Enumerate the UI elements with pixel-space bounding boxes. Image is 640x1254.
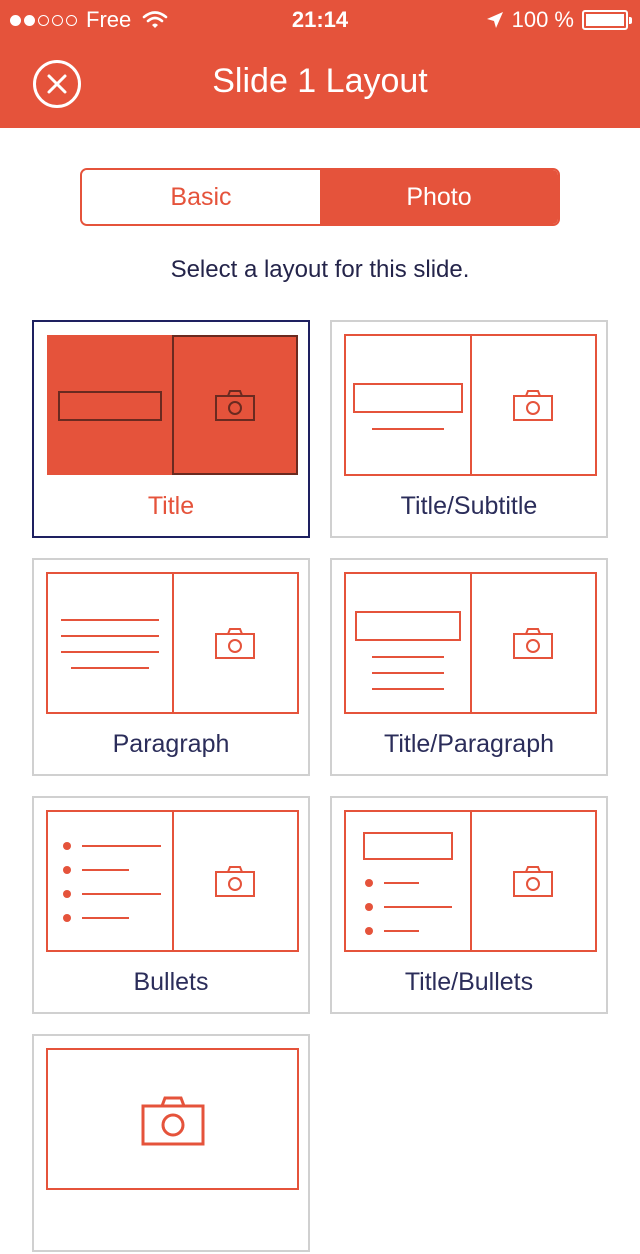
camera-icon [513,866,553,897]
layout-label: Paragraph [112,730,230,758]
layout-label: Title/Subtitle [400,492,538,520]
segment-photo[interactable]: Photo [320,170,558,224]
layout-label: Title/Bullets [404,968,534,996]
page-title: Slide 1 Layout [212,62,428,100]
camera-icon [513,628,553,659]
layout-card-title-bullets[interactable]: Title/Bullets [330,796,608,1014]
status-bar: Free 21:14 100 % [0,0,640,40]
camera-icon [141,1096,205,1146]
location-arrow-icon [486,12,503,28]
segment-basic[interactable]: Basic [82,170,320,224]
layout-card-title-subtitle[interactable]: Title/Subtitle [330,320,608,538]
camera-icon [215,628,255,659]
layout-card-photo[interactable] [32,1034,310,1252]
battery-percent: 100 % [511,7,574,32]
camera-icon [215,866,255,897]
battery-icon [582,10,632,30]
layout-card-title[interactable]: Title [32,320,310,538]
layout-type-segmented-control: Basic Photo [80,168,560,226]
layout-label: Bullets [133,968,209,996]
layout-card-title-paragraph[interactable]: Title/Paragraph [330,558,608,776]
layout-label: Title [147,492,195,520]
nav-bar: Free 21:14 100 % Slide 1 Layout [0,0,640,128]
status-right: 100 % [486,7,632,33]
instruction-text: Select a layout for this slide. [170,256,470,283]
camera-icon [513,390,553,421]
layout-card-bullets[interactable]: Bullets [32,796,310,1014]
layout-thumbnail [46,1048,299,1190]
layout-label: Title/Paragraph [384,730,554,758]
layout-card-paragraph[interactable]: Paragraph [32,558,310,776]
